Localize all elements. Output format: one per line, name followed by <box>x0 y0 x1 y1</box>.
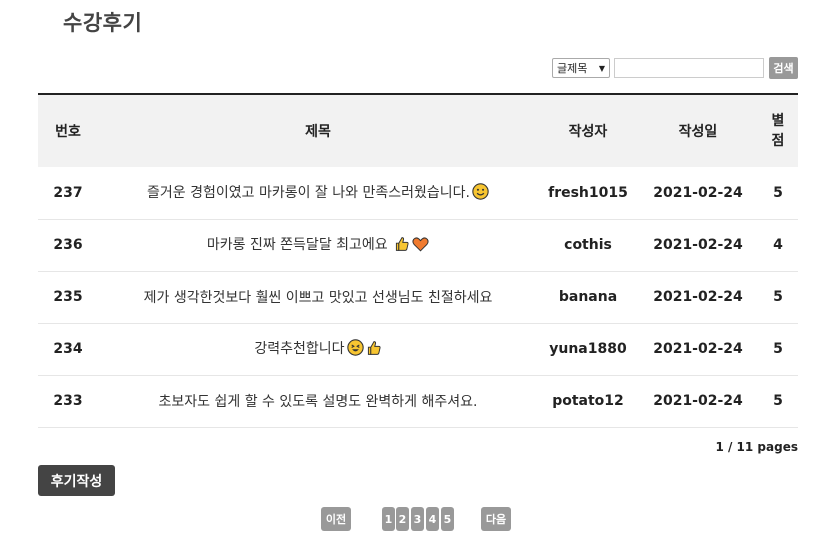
row-date: 2021-02-24 <box>653 289 743 305</box>
row-date-cell: 2021-02-24 <box>638 271 758 324</box>
row-num-cell: 233 <box>38 375 98 428</box>
row-author-cell: potato12 <box>538 375 638 428</box>
row-date: 2021-02-24 <box>653 237 743 253</box>
row-score-cell: 5 <box>758 375 798 428</box>
page-button-5[interactable]: 5 <box>441 507 454 531</box>
next-page-button[interactable]: 다음 <box>481 507 511 531</box>
row-num: 234 <box>53 341 83 357</box>
table-row[interactable]: 234 강력추천합니다 yuna1880 2021-02-24 5 <box>38 323 798 376</box>
row-title[interactable]: 제가 생각한것보다 훨씬 이쁘고 맛있고 선생님도 친절하세요 <box>144 290 493 306</box>
row-author: fresh1015 <box>548 184 628 201</box>
header-author: 작성자 <box>568 124 608 140</box>
row-num-cell: 234 <box>38 323 98 376</box>
search-select-value: 글제목 <box>557 62 588 75</box>
header-num: 번호 <box>55 124 81 140</box>
page-button-1[interactable]: 1 <box>382 507 395 531</box>
row-title[interactable]: 마카롱 진짜 쫀득달달 최고에요 <box>207 237 392 253</box>
row-title[interactable]: 강력추천합니다 <box>254 341 344 357</box>
row-date: 2021-02-24 <box>653 184 743 201</box>
row-num-cell: 236 <box>38 219 98 272</box>
laughing-icon <box>346 339 364 360</box>
search-field-select[interactable]: 글제목 ▼ <box>552 58 610 78</box>
row-num: 237 <box>53 184 83 201</box>
row-author: potato12 <box>552 393 624 409</box>
row-author-cell: fresh1015 <box>538 167 638 220</box>
smile-icon <box>472 183 489 204</box>
row-date-cell: 2021-02-24 <box>638 219 758 272</box>
pagination: 이전 1 2 3 4 5 다음 <box>0 507 819 531</box>
search-button[interactable]: 검색 <box>769 57 798 79</box>
row-author-cell: yuna1880 <box>538 323 638 376</box>
row-score-cell: 5 <box>758 271 798 324</box>
thumbs-up-icon <box>394 236 410 256</box>
heart-icon <box>412 236 429 256</box>
row-score: 5 <box>773 393 783 409</box>
row-num: 235 <box>53 289 83 305</box>
header-date: 작성일 <box>678 124 718 140</box>
row-author: cothis <box>564 237 612 253</box>
row-author: banana <box>558 289 618 305</box>
pages-info: 1 / 11 pages <box>715 440 798 454</box>
table-row[interactable]: 235 제가 생각한것보다 훨씬 이쁘고 맛있고 선생님도 친절하세요 banana… <box>38 271 798 324</box>
row-score-cell: 5 <box>758 167 798 220</box>
thumbs-up-icon <box>366 340 382 360</box>
header-score: 별 점 <box>771 113 785 149</box>
row-score: 5 <box>773 341 783 357</box>
row-author-cell: banana <box>538 271 638 324</box>
row-author-cell: cothis <box>538 219 638 272</box>
row-title-cell[interactable]: 강력추천합니다 <box>98 323 538 376</box>
row-date-cell: 2021-02-24 <box>638 375 758 428</box>
table-row[interactable]: 233 초보자도 쉽게 할 수 있도록 설명도 완벽하게 해주셔요. potato1… <box>38 375 798 428</box>
row-num: 236 <box>53 237 83 253</box>
page-button-3[interactable]: 3 <box>411 507 424 531</box>
row-title-cell[interactable]: 제가 생각한것보다 훨씬 이쁘고 맛있고 선생님도 친절하세요 <box>98 271 538 324</box>
header-title: 제목 <box>305 124 331 140</box>
row-score-cell: 5 <box>758 323 798 376</box>
row-num-cell: 237 <box>38 167 98 220</box>
row-title-cell[interactable]: 초보자도 쉽게 할 수 있도록 설명도 완벽하게 해주셔요. <box>98 375 538 428</box>
page-button-2[interactable]: 2 <box>396 507 409 531</box>
prev-page-button[interactable]: 이전 <box>321 507 351 531</box>
row-title-cell[interactable]: 즐거운 경험이였고 마카롱이 잘 나와 만족스러웠습니다. <box>98 167 538 220</box>
chevron-down-icon: ▼ <box>598 63 605 73</box>
write-review-button[interactable]: 후기작성 <box>38 465 115 496</box>
page-button-4[interactable]: 4 <box>426 507 439 531</box>
table-row[interactable]: 237 즐거운 경험이였고 마카롱이 잘 나와 만족스러웠습니다. fresh101… <box>38 167 798 220</box>
table-row[interactable]: 236 마카롱 진짜 쫀득달달 최고에요 cothis 2021-02-24 4 <box>38 219 798 272</box>
page-title: 수강후기 <box>63 11 143 35</box>
row-author: yuna1880 <box>549 341 627 357</box>
row-date: 2021-02-24 <box>653 393 743 409</box>
row-score: 5 <box>773 289 783 305</box>
row-title-cell[interactable]: 마카롱 진짜 쫀득달달 최고에요 <box>98 219 538 272</box>
row-num: 233 <box>53 393 83 409</box>
row-date-cell: 2021-02-24 <box>638 323 758 376</box>
row-score: 4 <box>773 237 783 253</box>
row-date-cell: 2021-02-24 <box>638 167 758 220</box>
row-date: 2021-02-24 <box>653 341 743 357</box>
row-score: 5 <box>773 184 783 201</box>
row-title[interactable]: 초보자도 쉽게 할 수 있도록 설명도 완벽하게 해주셔요. <box>159 394 478 410</box>
review-table: 번호 제목 작성자 작성일 별 점 237 즐거운 경험이였고 마카롱이 잘 나와… <box>38 93 798 428</box>
table-header-row: 번호 제목 작성자 작성일 별 점 <box>38 94 798 167</box>
search-input[interactable] <box>614 58 764 78</box>
search-bar: 글제목 ▼ 검색 <box>552 57 798 79</box>
row-score-cell: 4 <box>758 219 798 272</box>
row-title[interactable]: 즐거운 경험이였고 마카롱이 잘 나와 만족스러웠습니다. <box>147 185 470 201</box>
row-num-cell: 235 <box>38 271 98 324</box>
